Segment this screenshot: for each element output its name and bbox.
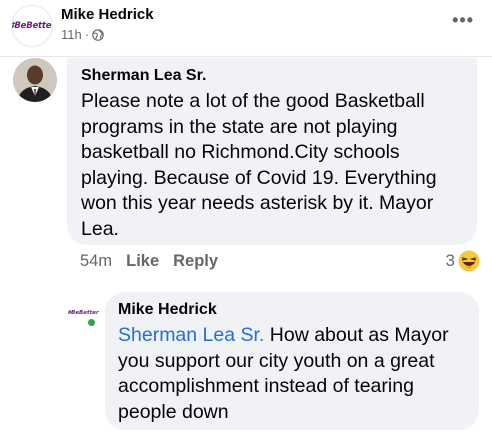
reply-button[interactable]: Reply [173,252,218,271]
reaction-count: 3 [445,251,455,270]
commenter-avatar[interactable] [13,58,57,102]
comment-bubble: Sherman Lea Sr. Please note a lot of the… [67,58,477,245]
commenter-name[interactable]: Sherman Lea Sr. [81,66,463,86]
reply-logo-text: #BeBetter [67,310,99,316]
mention-link[interactable]: Sherman Lea Sr. [118,324,264,346]
post-author-name[interactable]: Mike Hedrick [61,6,154,23]
reply-text: Sherman Lea Sr. How about as Mayor you s… [118,323,473,425]
header-divider [0,56,492,57]
haha-emoji-icon [458,250,480,272]
comment-text: Please note a lot of the good Basketball… [81,90,437,240]
globe-icon[interactable] [92,28,104,41]
reply-author-name[interactable]: Mike Hedrick [118,300,466,320]
post-header: #BeBetter Mike Hedrick 11h · ••• [0,0,492,56]
post-meta: 11h · [61,27,104,42]
page-logo-text: #BeBetter [11,21,52,31]
reply-bubble: Mike Hedrick Sherman Lea Sr. How about a… [105,292,479,430]
reply-avatar[interactable]: #BeBetter [64,300,102,326]
reaction-summary[interactable]: 3 [446,250,480,272]
more-options-button[interactable]: ••• [452,10,474,31]
comment-actions: 54m Like Reply [80,252,218,271]
comment-time[interactable]: 54m [80,252,112,271]
page-avatar[interactable]: #BeBetter [11,5,53,47]
online-status-indicator [87,318,96,327]
meta-separator: · [84,27,90,42]
post-time[interactable]: 11h [61,27,82,42]
like-button[interactable]: Like [126,252,159,271]
